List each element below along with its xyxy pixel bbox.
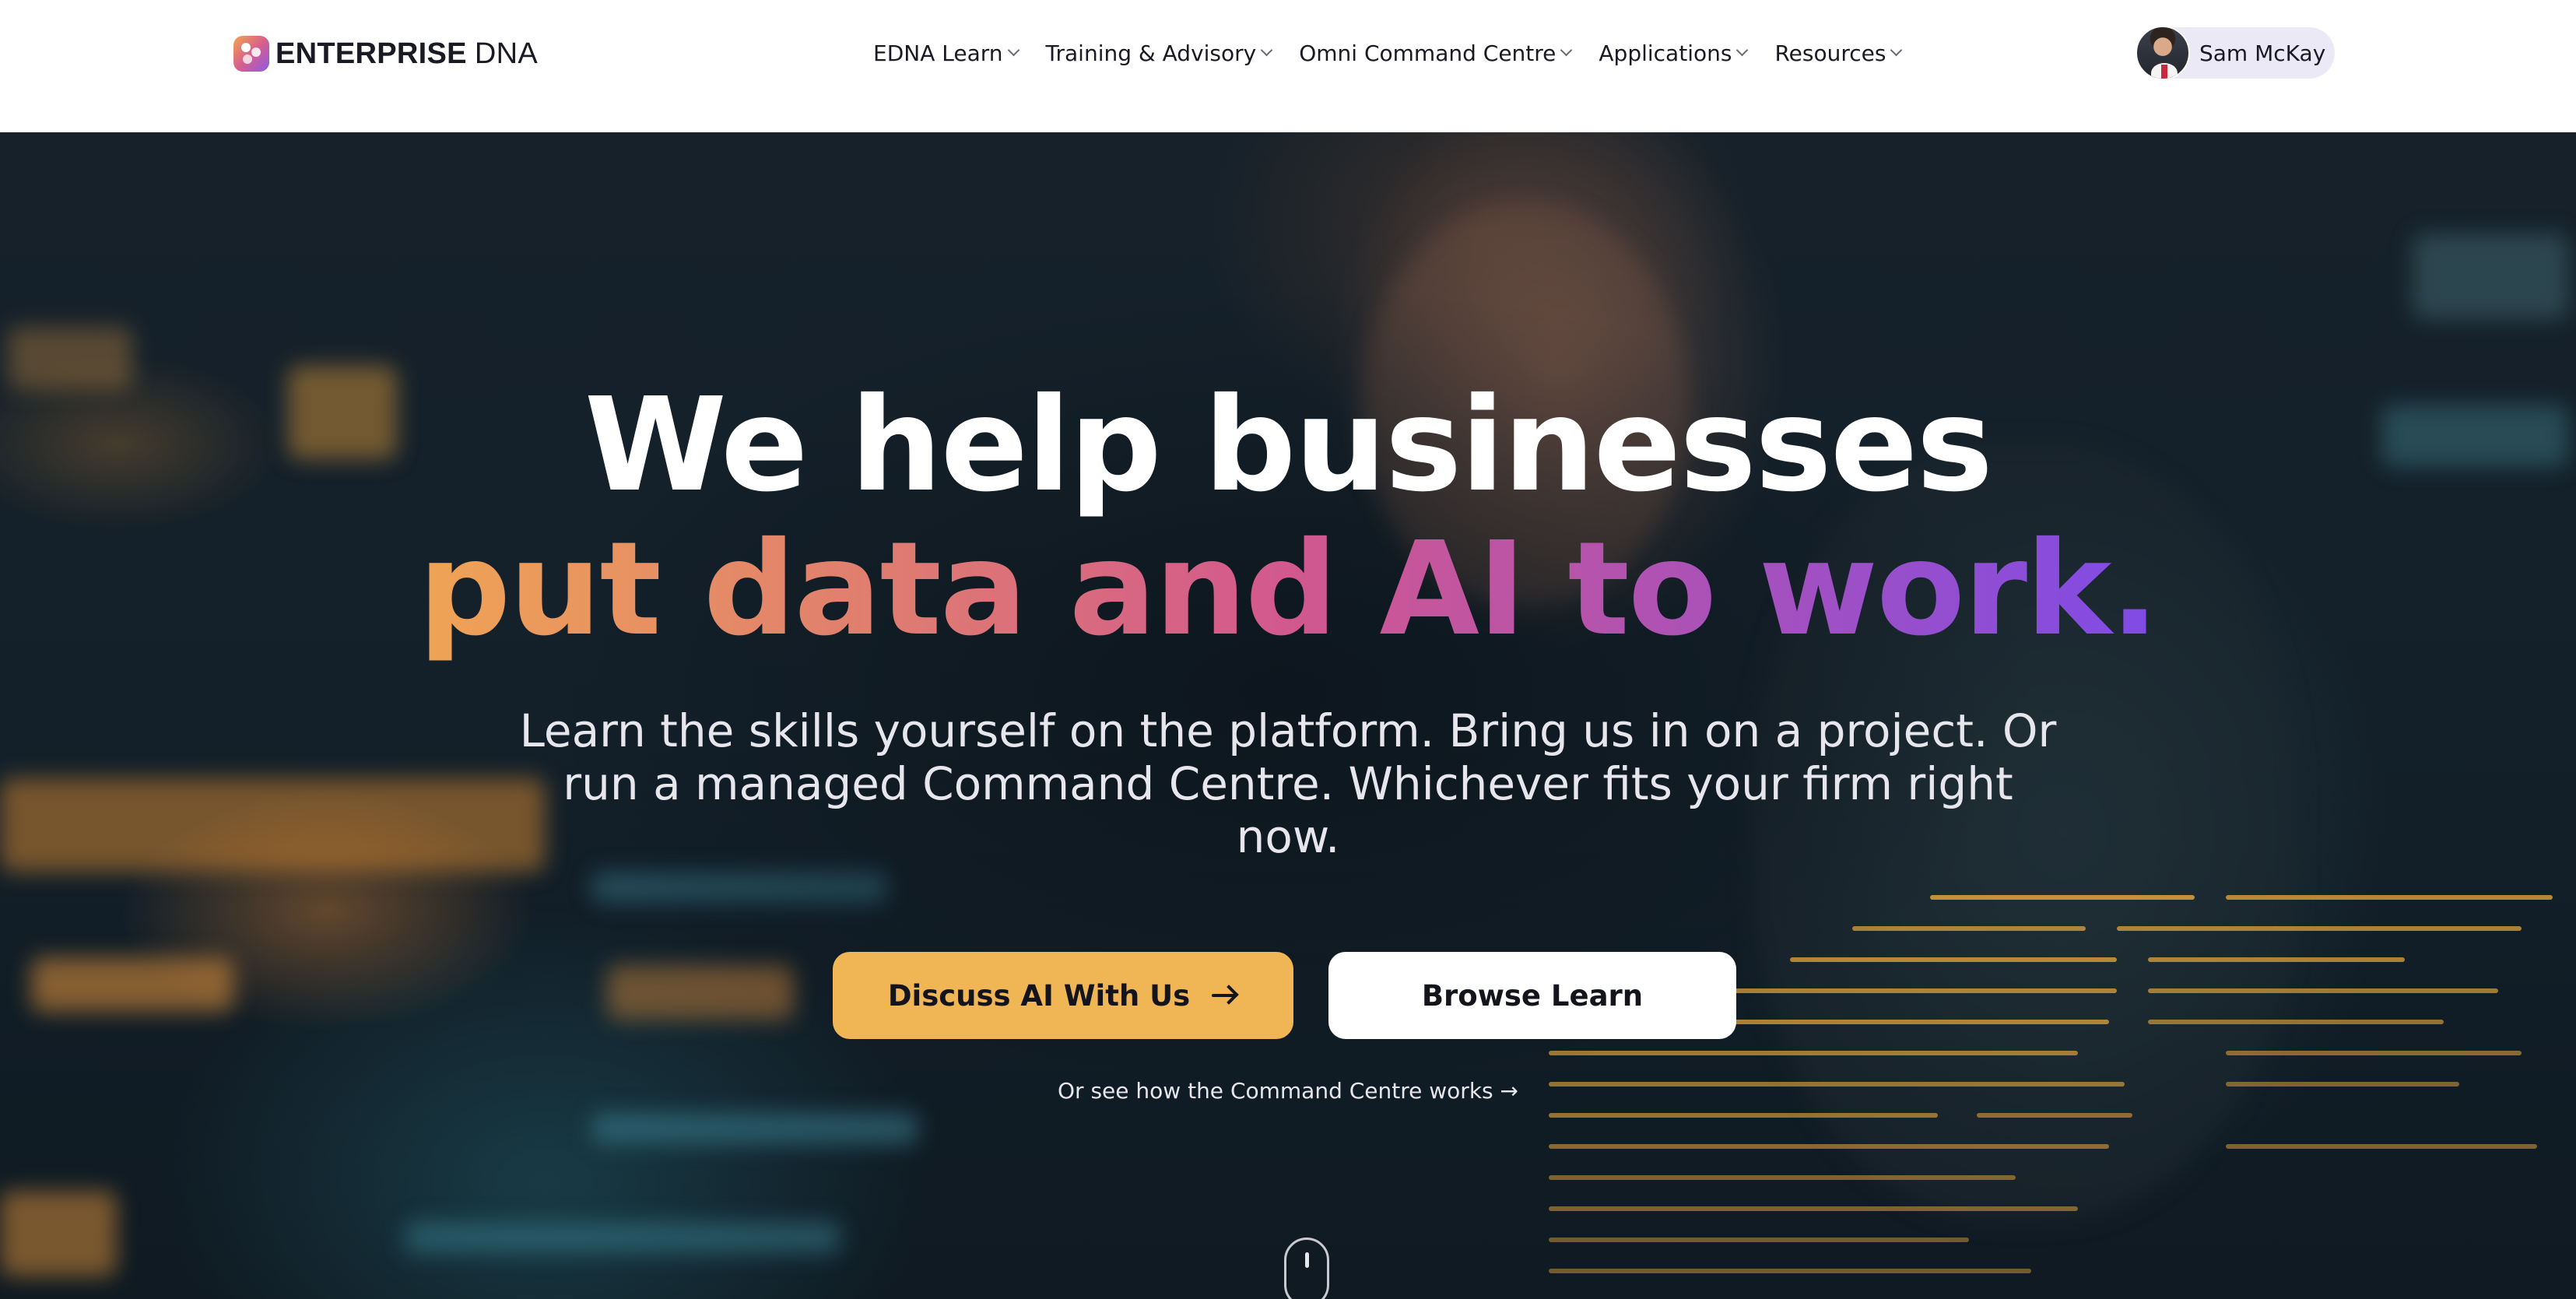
discuss-ai-button[interactable]: Discuss AI With Us: [833, 952, 1293, 1039]
hero-section: We help businesses put data and AI to wo…: [0, 132, 2576, 1299]
user-name: Sam McKay: [2199, 40, 2326, 66]
chevron-down-icon: [1736, 44, 1749, 56]
command-centre-link[interactable]: Or see how the Command Centre works →: [0, 1078, 2576, 1104]
hero-headline-gradient-text: put data and AI to work.: [418, 514, 2160, 665]
mouse-scroll-wheel: [1305, 1252, 1309, 1268]
nav-item-label: EDNA Learn: [873, 40, 1003, 66]
mouse-scroll-icon[interactable]: [1284, 1238, 1329, 1299]
chevron-down-icon: [1260, 44, 1273, 56]
chevron-down-icon: [1007, 44, 1020, 56]
nav-item-omni-command-centre[interactable]: Omni Command Centre: [1299, 40, 1573, 66]
hero-headline-line1: We help businesses: [584, 370, 1993, 521]
hero-subheadline-line1: Learn the skills yourself on the platfor…: [519, 704, 2057, 757]
enterprise-dna-logo-icon: [233, 36, 269, 72]
logo-wordmark-bold: ENTERPRISE: [275, 37, 467, 70]
user-menu-button[interactable]: Sam McKay: [2136, 26, 2335, 80]
site-header: ENTERPRISE DNA EDNA Learn Training & Advi…: [0, 0, 2576, 132]
nav-item-edna-learn[interactable]: EDNA Learn: [873, 40, 1020, 66]
hero-subheadline-line2: run a managed Command Centre. Whichever …: [563, 757, 2013, 810]
nav-item-resources[interactable]: Resources: [1774, 40, 1903, 66]
discuss-ai-button-label: Discuss AI With Us: [887, 978, 1191, 1013]
main-nav: EDNA Learn Training & Advisory Omni Comm…: [873, 31, 1903, 75]
arrow-right-icon: [1212, 985, 1239, 1006]
nav-item-applications[interactable]: Applications: [1599, 40, 1749, 66]
hero-headline-line2: put data and AI to work.: [0, 525, 2576, 655]
avatar: [2136, 26, 2190, 80]
browse-learn-button[interactable]: Browse Learn: [1328, 952, 1736, 1039]
logo-wordmark-light: DNA: [474, 37, 538, 70]
nav-item-label: Applications: [1599, 40, 1732, 66]
hero-subheadline-line3: now.: [1236, 810, 1340, 863]
logo-wordmark: ENTERPRISE DNA: [275, 37, 538, 71]
nav-item-training-advisory[interactable]: Training & Advisory: [1045, 40, 1273, 66]
browse-learn-button-label: Browse Learn: [1421, 978, 1644, 1013]
nav-item-label: Resources: [1774, 40, 1886, 66]
nav-item-label: Training & Advisory: [1045, 40, 1257, 66]
nav-item-label: Omni Command Centre: [1299, 40, 1556, 66]
chevron-down-icon: [1560, 44, 1573, 56]
enterprise-dna-logo[interactable]: ENTERPRISE DNA: [233, 35, 538, 72]
chevron-down-icon: [1890, 44, 1903, 56]
